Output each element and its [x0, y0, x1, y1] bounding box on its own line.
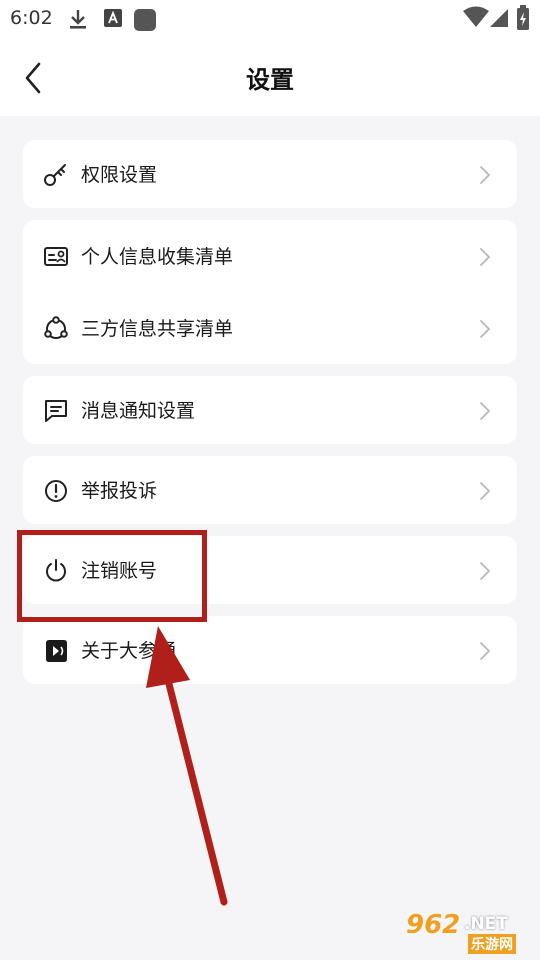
watermark-number: 962 [406, 910, 461, 940]
watermark-suffix: .NET [464, 914, 508, 934]
watermark-subtitle: 乐游网 [468, 934, 516, 954]
annotation-arrow [146, 626, 228, 906]
watermark-logo: 962 .NET 乐游网 [404, 910, 534, 954]
